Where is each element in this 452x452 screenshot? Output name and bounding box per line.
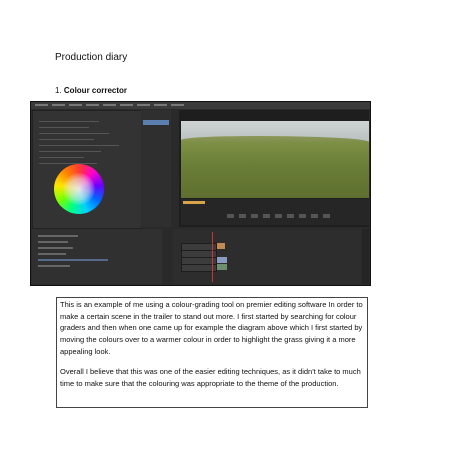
- tools-panel: [163, 229, 171, 284]
- timeline-playhead: [212, 232, 213, 282]
- monitor-controls: [181, 199, 369, 225]
- paragraph-2: Overall I believe that this was one of t…: [60, 367, 361, 388]
- section-number: 1.: [55, 86, 62, 95]
- project-panel: [32, 229, 162, 284]
- colour-wheel-center: [63, 173, 95, 205]
- timecode-display: [183, 201, 205, 204]
- section-title: Colour corrector: [63, 86, 128, 95]
- editor-screenshot: [30, 101, 371, 286]
- effect-list: [141, 110, 171, 227]
- timeline-scrollbar: [362, 229, 369, 284]
- section-heading: 1. Colour corrector: [55, 86, 127, 95]
- document-title: Production diary: [55, 52, 128, 63]
- video-grass: [181, 142, 369, 198]
- paragraph-1: This is an example of me using a colour-…: [60, 300, 363, 356]
- editor-menubar: [31, 102, 370, 109]
